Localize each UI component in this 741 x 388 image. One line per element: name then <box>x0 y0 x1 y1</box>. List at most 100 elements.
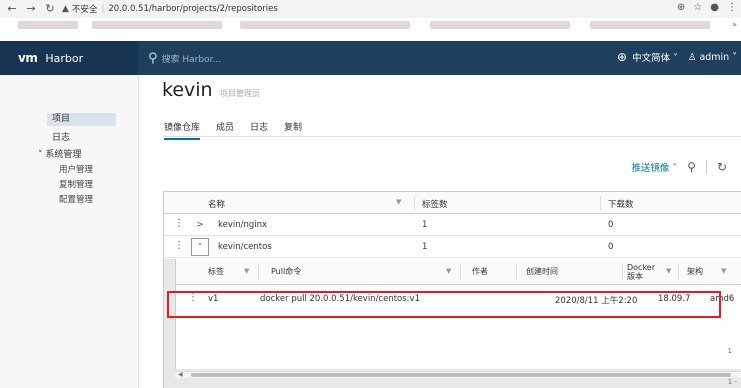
bookmark-item[interactable] <box>92 21 222 29</box>
warning-icon[interactable]: ▲ <box>62 4 69 14</box>
user-icon: ♙ <box>687 51 697 63</box>
browser-toolbar: ← → ↻ ▲ 不安全 | 20.0.0.51/harbor/projects/… <box>0 0 741 18</box>
column-header-name[interactable]: 名称 <box>208 198 225 210</box>
project-role: 项目管理员 <box>220 89 260 98</box>
chevron-down-icon: ˅ <box>672 163 678 174</box>
repo-tag-count: 1 <box>422 242 428 252</box>
tab-members[interactable]: 成员 <box>216 120 234 140</box>
scroll-left-icon[interactable]: ◀ <box>178 371 183 378</box>
push-image-button[interactable]: 推送镜像 ˅ <box>631 160 677 174</box>
url-text: 20.0.0.51/harbor/projects/2/repositories <box>108 4 278 14</box>
user-name: admin <box>699 51 730 63</box>
column-separator <box>460 265 461 279</box>
sidebar-group-label: 系统管理 <box>45 150 82 160</box>
column-separator <box>600 196 601 210</box>
tag-grid-footer: 1 <box>727 347 732 355</box>
column-separator <box>258 265 259 279</box>
search-icon[interactable]: ⚲ <box>687 160 696 174</box>
repo-tag-count: 1 <box>422 220 428 230</box>
tag-detail-panel: 标签 ▼ Pull命令 ▼ 作者 创建时间 Docker 版本 ▼ 架构 ▼ ⋮… <box>164 259 741 388</box>
language-label: 中文简体 <box>632 53 671 64</box>
user-menu[interactable]: ♙ admin ˅ <box>688 52 737 63</box>
toolbar-divider <box>705 160 707 174</box>
column-header-created[interactable]: 创建时间 <box>526 266 558 277</box>
tab-logs[interactable]: 日志 <box>250 120 268 140</box>
sidebar: 项目 日志 ˅ 系统管理 用户管理 复制管理 配置管理 <box>0 75 139 388</box>
column-header-tags[interactable]: 标签数 <box>422 198 448 210</box>
filter-icon[interactable]: ▼ <box>721 267 726 275</box>
url-separator: | <box>101 4 105 14</box>
highlight-box <box>167 291 721 318</box>
search-icon: ⚲ <box>148 51 158 66</box>
column-separator <box>622 265 623 279</box>
chevron-down-icon[interactable]: ˅ <box>191 238 209 256</box>
repo-pull-count: 0 <box>608 242 614 252</box>
profile-icon[interactable]: ● <box>710 2 719 13</box>
refresh-icon[interactable]: ↻ <box>717 160 727 174</box>
tabs-divider <box>163 136 741 137</box>
sidebar-item-logs[interactable]: 日志 <box>52 130 70 143</box>
column-header-author[interactable]: 作者 <box>472 266 488 277</box>
tab-replication[interactable]: 复制 <box>284 120 302 140</box>
app-logo[interactable]: vm Harbor <box>0 41 138 75</box>
forward-icon[interactable]: → <box>24 2 38 16</box>
grid-footer: 1 - <box>727 378 737 386</box>
bookmark-star-icon[interactable]: ☆ <box>693 2 702 13</box>
project-tabs: 镜像仓库 成员 日志 复制 <box>164 120 302 140</box>
back-icon[interactable]: ← <box>5 2 19 16</box>
bookmark-item[interactable] <box>240 21 410 29</box>
column-header-tag[interactable]: 标签 <box>208 266 224 277</box>
column-header-docker-version[interactable]: Docker 版本 <box>627 263 661 281</box>
address-bar[interactable]: ▲ 不安全 | 20.0.0.51/harbor/projects/2/repo… <box>62 2 672 16</box>
tag-grid-header: 标签 ▼ Pull命令 ▼ 作者 创建时间 Docker 版本 ▼ 架构 ▼ <box>176 259 741 285</box>
push-image-label: 推送镜像 <box>631 163 670 174</box>
column-separator <box>678 265 679 279</box>
column-header-pull-command[interactable]: Pull命令 <box>271 266 301 277</box>
globe-icon: ⊕ <box>616 50 628 64</box>
sidebar-item-config[interactable]: 配置管理 <box>59 193 93 205</box>
repo-pull-count: 0 <box>608 220 614 230</box>
page-title: kevin <box>162 79 213 101</box>
search-input[interactable]: 搜索 Harbor... <box>162 52 222 65</box>
chevron-down-icon: ˅ <box>732 51 737 63</box>
column-header-pulls[interactable]: 下载数 <box>608 198 634 210</box>
app-name: Harbor <box>45 51 84 65</box>
row-actions-icon[interactable]: ⋮ <box>174 240 184 251</box>
vm-logo: vm <box>18 51 38 65</box>
table-row[interactable]: ⋮ > kevin/nginx 1 0 <box>164 214 741 236</box>
bookmarks-overflow-icon[interactable]: » <box>732 20 737 29</box>
bookmark-item[interactable] <box>590 21 710 29</box>
table-row[interactable]: ⋮ ˅ kevin/centos 1 0 <box>164 236 741 258</box>
zoom-icon[interactable]: ⊕ <box>677 2 685 13</box>
reload-icon[interactable]: ↻ <box>43 2 57 16</box>
language-selector[interactable]: ⊕ 中文简体 ˅ <box>617 50 678 64</box>
scrollbar-thumb[interactable] <box>191 373 731 377</box>
sidebar-item-projects[interactable]: 项目 <box>47 113 116 126</box>
global-search[interactable]: ⚲ 搜索 Harbor... <box>148 51 221 66</box>
filter-icon[interactable]: ▼ <box>446 267 451 275</box>
menu-icon[interactable]: ⋮ <box>727 2 737 13</box>
horizontal-scrollbar[interactable]: ◀ <box>175 371 741 378</box>
column-separator <box>516 265 517 279</box>
repository-grid: 名称 ▼ 标签数 下载数 ⋮ > kevin/nginx 1 0 ⋮ ˅ kev… <box>163 191 741 388</box>
sidebar-item-users[interactable]: 用户管理 <box>59 163 93 175</box>
repo-name[interactable]: kevin/centos <box>218 242 272 252</box>
filter-icon[interactable]: ▼ <box>244 267 249 275</box>
repo-name[interactable]: kevin/nginx <box>218 220 267 230</box>
sidebar-group-admin[interactable]: ˅ 系统管理 <box>38 147 81 160</box>
column-header-arch[interactable]: 架构 <box>687 266 703 277</box>
row-actions-icon[interactable]: ⋮ <box>174 218 184 229</box>
filter-icon[interactable]: ▼ <box>396 198 401 206</box>
grid-toolbar: 推送镜像 ˅ ⚲ ↻ <box>631 160 727 174</box>
tab-repositories[interactable]: 镜像仓库 <box>164 120 201 140</box>
sidebar-item-replication[interactable]: 复制管理 <box>59 178 93 190</box>
security-label: 不安全 <box>71 5 98 15</box>
grid-header: 名称 ▼ 标签数 下载数 <box>164 192 741 214</box>
bookmark-item[interactable] <box>18 21 78 29</box>
app-header: vm Harbor ⚲ 搜索 Harbor... ⊕ 中文简体 ˅ ♙ admi… <box>0 41 741 75</box>
bookmark-item[interactable] <box>430 21 570 29</box>
chevron-right-icon[interactable]: > <box>191 216 209 234</box>
bookmarks-bar: » <box>0 18 741 32</box>
filter-icon[interactable]: ▼ <box>666 267 671 275</box>
column-separator <box>414 196 415 210</box>
